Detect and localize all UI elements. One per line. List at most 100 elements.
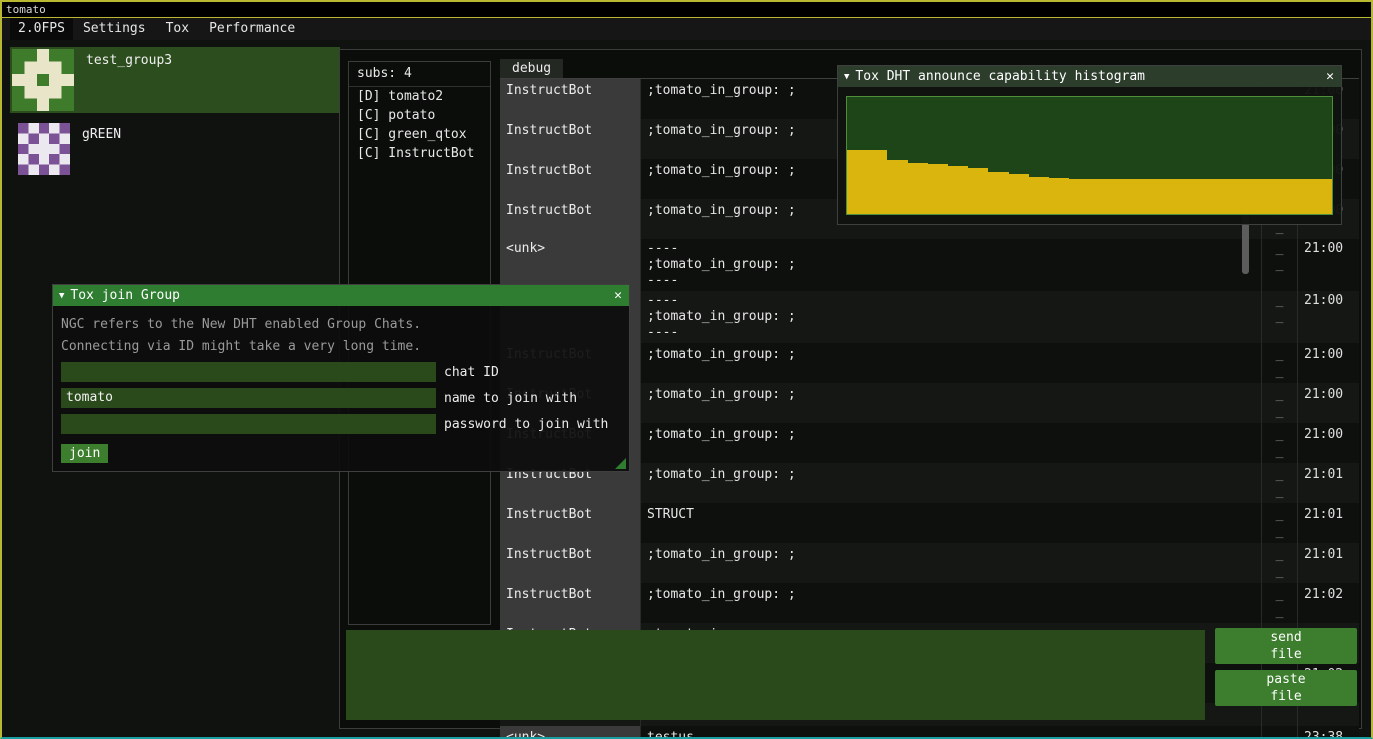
histogram-bar (1291, 179, 1311, 214)
histogram-bar (1009, 174, 1029, 214)
group-item-green[interactable]: gREEN (10, 121, 340, 186)
join-group-title: Tox join Group (70, 288, 607, 303)
message-flags: _ _ (1261, 503, 1297, 543)
message-author: InstructBot (500, 159, 640, 199)
message-flags: _ _ (1261, 383, 1297, 423)
histogram-bar (928, 164, 948, 214)
histogram-bar (1211, 179, 1231, 214)
message-timestamp: 21:01 (1297, 543, 1359, 583)
group-avatar (18, 123, 70, 175)
histogram-bar (867, 150, 887, 214)
message-flags: _ _ (1261, 583, 1297, 623)
histogram-bar (968, 168, 988, 214)
message-flags: _ _ (1261, 291, 1297, 343)
message-timestamp: 21:01 (1297, 503, 1359, 543)
message-author: InstructBot (500, 79, 640, 119)
group-name: test_group3 (86, 47, 172, 68)
message-text: ---- ;tomato_in_group: ; ---- (640, 291, 1261, 343)
message-timestamp: 23:38 (1297, 726, 1359, 739)
join-name-field[interactable]: tomato (61, 388, 436, 408)
message-flags: _ _ (1261, 343, 1297, 383)
dht-histogram-titlebar[interactable]: ▼ Tox DHT announce capability histogram … (838, 66, 1341, 87)
histogram-bar (988, 172, 1008, 214)
sub-item-tomato2[interactable]: [D] tomato2 (349, 87, 490, 106)
menu-performance[interactable]: Performance (199, 18, 305, 40)
dht-histogram-window: ▼ Tox DHT announce capability histogram … (837, 65, 1342, 225)
send-file-button[interactable]: send file (1215, 628, 1357, 664)
message-flags: _ _ (1261, 423, 1297, 463)
fps-counter: 2.0FPS (10, 18, 73, 40)
message-author: InstructBot (500, 199, 640, 239)
window-titlebar[interactable]: tomato (2, 2, 1371, 18)
join-password-field[interactable] (61, 414, 436, 434)
histogram-plot (846, 96, 1333, 215)
message-timestamp (1297, 703, 1359, 726)
close-icon[interactable]: ✕ (1319, 69, 1341, 84)
histogram-bar (847, 150, 867, 214)
chat-message-row: InstructBot;tomato_in_group: ;_ _21:01 (500, 543, 1359, 583)
message-text: ;tomato_in_group: ; (640, 543, 1261, 583)
join-button[interactable]: join (61, 444, 108, 463)
message-flags (1261, 703, 1297, 726)
chat-message-row: InstructBot;tomato_in_group: ;_ _21:02 (500, 583, 1359, 623)
message-timestamp: 21:00 (1297, 291, 1359, 343)
dht-histogram-title: Tox DHT announce capability histogram (855, 69, 1319, 84)
message-timestamp: 21:00 (1297, 383, 1359, 423)
histogram-bar (1089, 179, 1109, 214)
ngc-hint-line2: Connecting via ID might take a very long… (61, 338, 621, 356)
message-author: InstructBot (500, 583, 640, 623)
histogram-bar (1231, 179, 1251, 214)
subs-count: subs: 4 (349, 62, 490, 87)
group-list: test_group3 gREEN (10, 47, 340, 194)
sub-item-potato[interactable]: [C] potato (349, 106, 490, 125)
histogram-bar (887, 160, 907, 214)
message-timestamp: 21:01 (1297, 463, 1359, 503)
histogram-bar (908, 163, 928, 214)
join-group-window: ▼ Tox join Group ✕ NGC refers to the New… (52, 284, 630, 472)
chat-message-row: InstructBotSTRUCT_ _21:01 (500, 503, 1359, 543)
menubar: 2.0FPS Settings Tox Performance (2, 18, 1371, 40)
join-name-label: name to join with (444, 391, 577, 406)
histogram-bar (1150, 179, 1170, 214)
collapse-icon[interactable]: ▼ (844, 72, 849, 82)
message-timestamp: 21:02 (1297, 583, 1359, 623)
histogram-bar (1049, 178, 1069, 214)
histogram-bar (1029, 177, 1049, 214)
chat-id-label: chat ID (444, 365, 499, 380)
histogram-bar (1170, 179, 1190, 214)
message-text: testus (640, 726, 1261, 739)
dht-histogram-body (838, 87, 1341, 224)
message-flags: _ _ (1261, 543, 1297, 583)
join-group-titlebar[interactable]: ▼ Tox join Group ✕ (53, 285, 629, 306)
tab-debug[interactable]: debug (500, 59, 563, 78)
chat-id-field[interactable] (61, 362, 436, 382)
group-avatar (12, 49, 74, 111)
sub-item-green-qtox[interactable]: [C] green_qtox (349, 125, 490, 144)
histogram-bar (1130, 179, 1150, 214)
message-author: <unk> (500, 726, 640, 739)
message-flags: _ _ (1261, 463, 1297, 503)
group-name: gREEN (82, 121, 121, 142)
message-timestamp: 21:00 (1297, 423, 1359, 463)
paste-file-button[interactable]: paste file (1215, 670, 1357, 706)
message-text: ;tomato_in_group: ; (640, 463, 1261, 503)
histogram-bar (1110, 179, 1130, 214)
histogram-bar (1271, 179, 1291, 214)
message-author: InstructBot (500, 503, 640, 543)
message-timestamp: 21:00 (1297, 343, 1359, 383)
chat-message-row: <unk>testus_ _23:38 (500, 726, 1359, 739)
window-title: tomato (6, 3, 46, 16)
histogram-bar (1251, 179, 1271, 214)
menu-settings[interactable]: Settings (73, 18, 156, 40)
message-input[interactable] (346, 630, 1205, 720)
message-text: STRUCT (640, 503, 1261, 543)
close-icon[interactable]: ✕ (607, 288, 629, 303)
menu-tox[interactable]: Tox (156, 18, 199, 40)
message-text: ;tomato_in_group: ; (640, 583, 1261, 623)
message-text: ---- ;tomato_in_group: ; ---- (640, 239, 1261, 291)
join-group-body: NGC refers to the New DHT enabled Group … (53, 306, 629, 472)
collapse-icon[interactable]: ▼ (59, 291, 64, 301)
sub-item-instructbot[interactable]: [C] InstructBot (349, 144, 490, 163)
resize-grip[interactable] (615, 458, 626, 469)
group-item-test-group3[interactable]: test_group3 (10, 47, 340, 113)
